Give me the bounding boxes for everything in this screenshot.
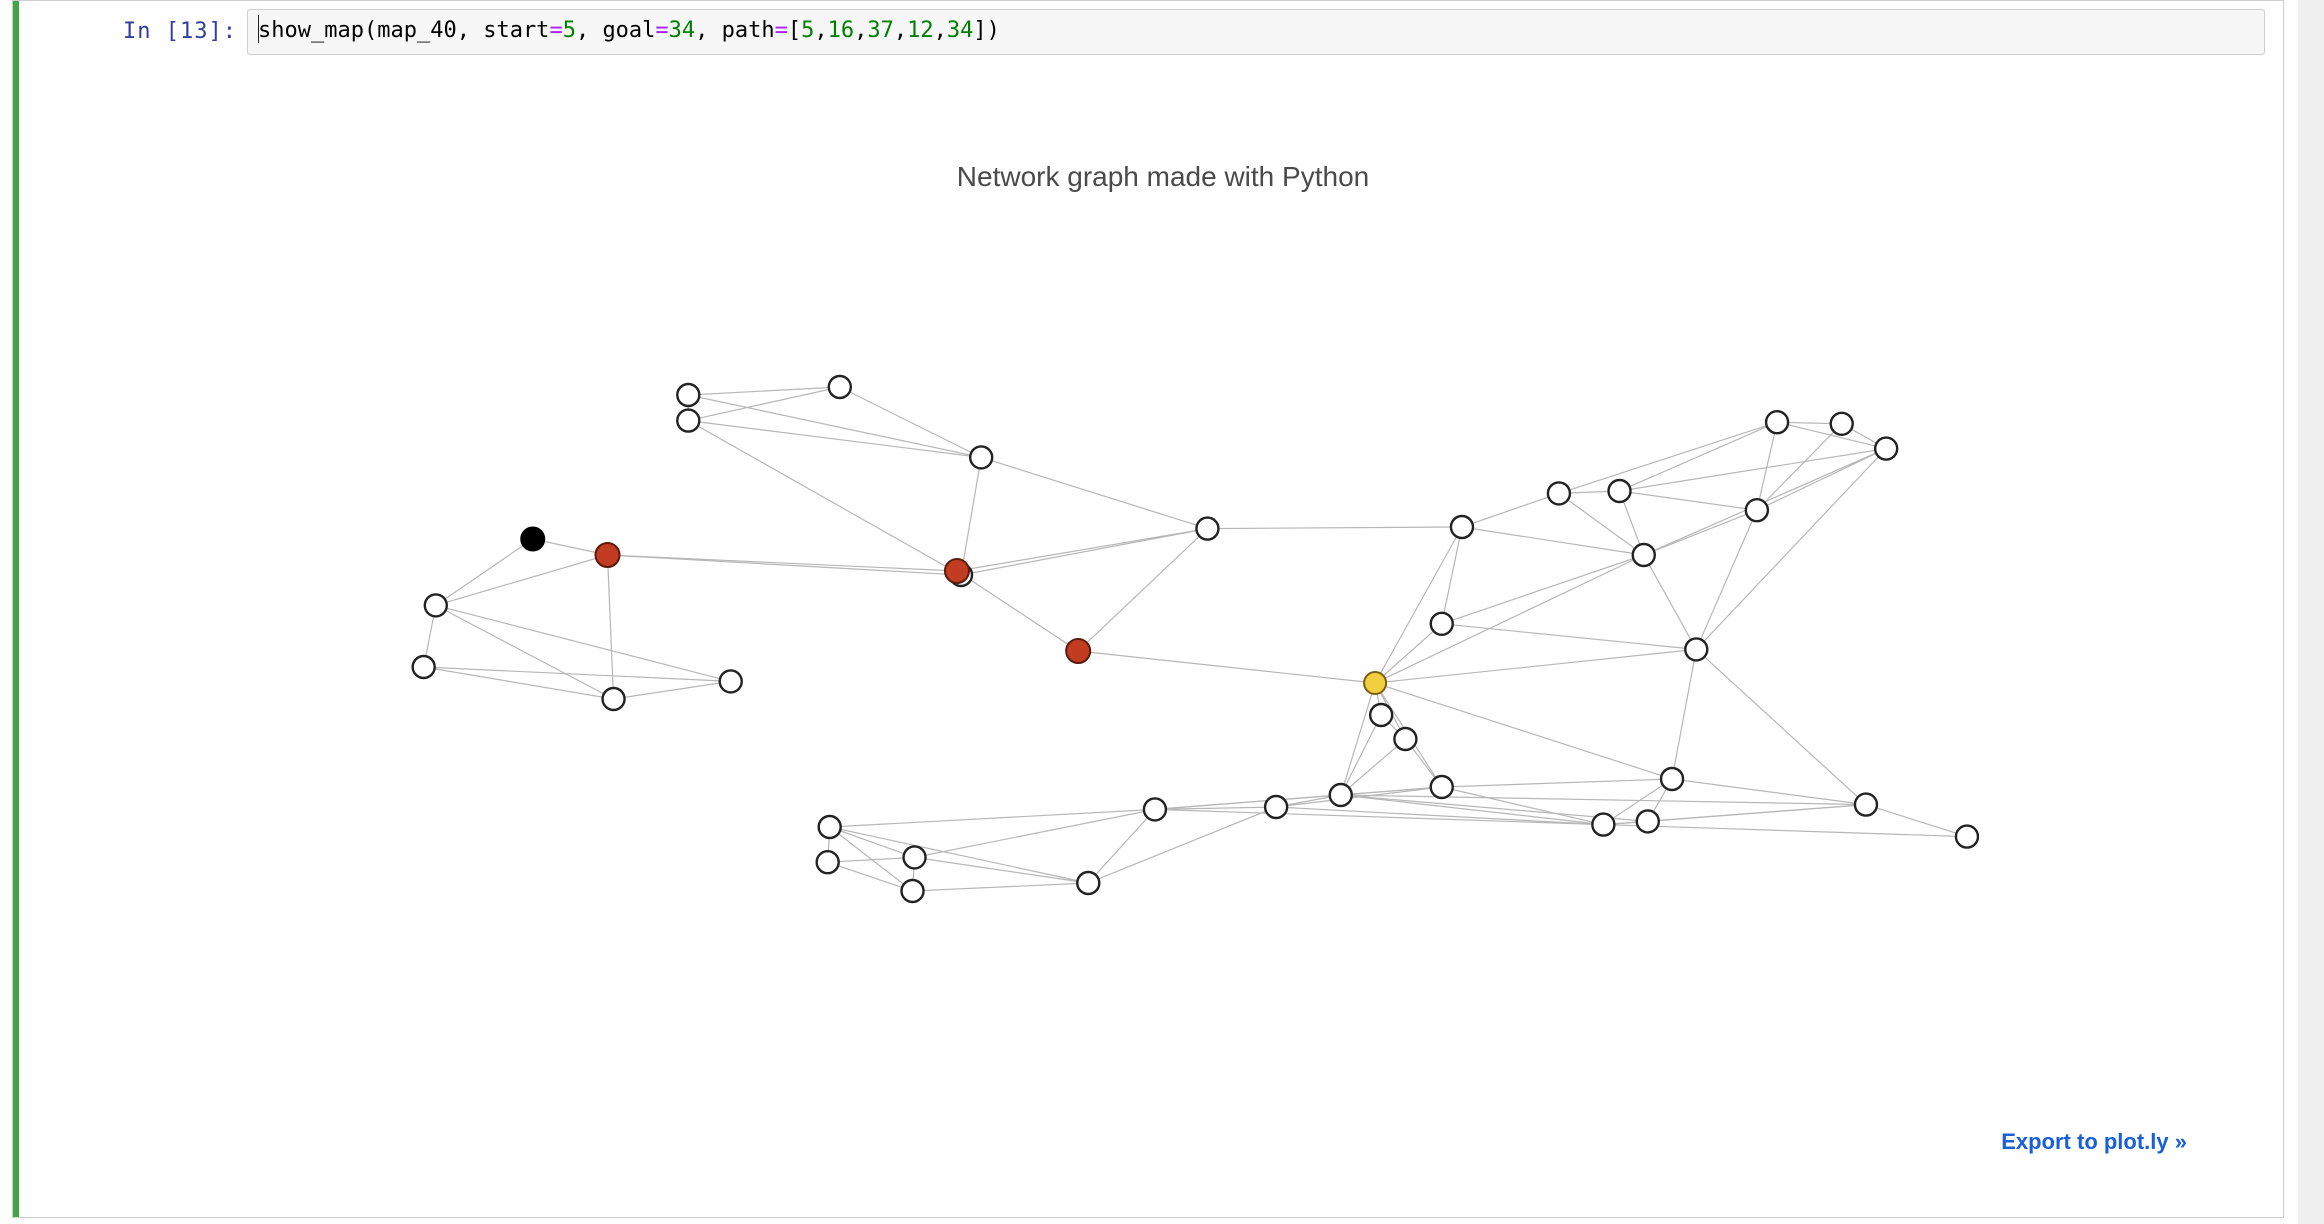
graph-node[interactable] <box>945 559 969 583</box>
graph-node[interactable] <box>1548 482 1570 504</box>
graph-node[interactable] <box>1077 872 1099 894</box>
export-link-text: Export to plot.ly » <box>2001 1129 2187 1154</box>
graph-node[interactable] <box>1451 516 1473 538</box>
prompt-number: 13 <box>180 19 209 44</box>
graph-node[interactable] <box>819 816 841 838</box>
graph-node[interactable] <box>1637 810 1659 832</box>
graph-node[interactable] <box>720 670 742 692</box>
graph-node[interactable] <box>1196 518 1218 540</box>
graph-node[interactable] <box>1685 638 1707 660</box>
graph-node[interactable] <box>817 851 839 873</box>
graph-node[interactable] <box>677 384 699 406</box>
graph-node[interactable] <box>603 688 625 710</box>
graph-node[interactable] <box>1431 613 1453 635</box>
graph-node[interactable] <box>596 543 620 567</box>
plot-title: Network graph made with Python <box>113 161 2213 193</box>
graph-node[interactable] <box>1875 438 1897 460</box>
export-plotly-link[interactable]: Export to plot.ly » <box>2001 1129 2187 1155</box>
graph-node[interactable] <box>1394 728 1416 750</box>
graph-node[interactable] <box>829 376 851 398</box>
graph-node[interactable] <box>1370 704 1392 726</box>
graph-nodes <box>413 376 1978 902</box>
graph-node[interactable] <box>1144 798 1166 820</box>
graph-node[interactable] <box>413 656 435 678</box>
graph-edges <box>424 387 1967 891</box>
plotly-figure[interactable]: Network graph made with Python Export to… <box>113 141 2213 1171</box>
input-prompt: In [13]: <box>19 1 237 44</box>
prompt-suffix: ]: <box>209 19 238 44</box>
graph-node[interactable] <box>425 594 447 616</box>
code-input[interactable]: show_map(map_40, start=5, goal=34, path=… <box>247 9 2265 55</box>
graph-node[interactable] <box>970 446 992 468</box>
graph-node[interactable] <box>1855 794 1877 816</box>
output-area: Network graph made with Python Export to… <box>19 61 2283 1217</box>
graph-node[interactable] <box>902 880 924 902</box>
graph-node[interactable] <box>1066 639 1090 663</box>
graph-node[interactable] <box>1364 672 1386 694</box>
prompt-prefix: In [ <box>123 19 180 44</box>
graph-node[interactable] <box>677 410 699 432</box>
graph-node[interactable] <box>904 846 926 868</box>
graph-node[interactable] <box>1956 826 1978 848</box>
graph-node[interactable] <box>1831 413 1853 435</box>
graph-node[interactable] <box>1746 499 1768 521</box>
graph-node[interactable] <box>1592 814 1614 836</box>
graph-node[interactable] <box>1661 768 1683 790</box>
notebook-cell: In [13]: show_map(map_40, start=5, goal=… <box>12 0 2284 1218</box>
right-scroll-gutter <box>2298 0 2324 1224</box>
graph-node[interactable] <box>1633 544 1655 566</box>
graph-node[interactable] <box>521 527 545 551</box>
graph-node[interactable] <box>1265 796 1287 818</box>
graph-node[interactable] <box>1766 411 1788 433</box>
graph-node[interactable] <box>1330 784 1352 806</box>
network-graph-svg[interactable] <box>113 211 2213 1091</box>
graph-node[interactable] <box>1609 480 1631 502</box>
graph-node[interactable] <box>1431 776 1453 798</box>
